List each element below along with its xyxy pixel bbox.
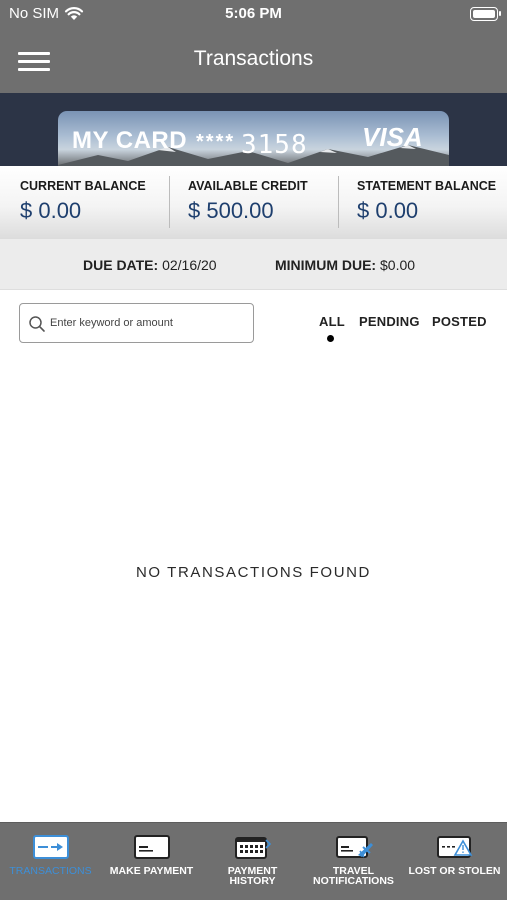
filter-posted[interactable]: POSTED xyxy=(432,314,487,329)
minimum-due: MINIMUM DUE: $0.00 xyxy=(275,257,415,273)
bottom-tab-bar: TRANSACTIONS MAKE PAYMENT PAYMENT HISTOR… xyxy=(0,822,507,900)
tab-payment-history-label-line2: HISTORY xyxy=(229,875,276,887)
top-bar: No SIM 5:06 PM Transactions xyxy=(0,0,507,93)
statement-balance-value: $ 0.00 xyxy=(357,198,419,223)
status-time: 5:06 PM xyxy=(225,5,282,22)
tab-travel-notifications-label: TRAVEL NOTIFICATIONS xyxy=(303,866,404,887)
card-banner: MY CARD **** 3158 VISA xyxy=(0,93,507,166)
search-box[interactable] xyxy=(19,303,254,343)
available-credit: AVAILABLE CREDIT $ 500.00 xyxy=(169,166,338,239)
travel-notifications-icon xyxy=(336,836,373,858)
minimum-due-value: $0.00 xyxy=(380,257,416,273)
payment-card-icon xyxy=(134,835,170,859)
card-last-four: 3158 xyxy=(241,130,308,160)
visa-logo: VISA xyxy=(362,122,423,152)
filter-all[interactable]: ALL xyxy=(319,314,345,329)
empty-state-message: NO TRANSACTIONS FOUND xyxy=(135,564,371,581)
tab-make-payment[interactable]: MAKE PAYMENT xyxy=(101,823,202,900)
search-input[interactable] xyxy=(50,305,250,341)
current-balance-value: $ 0.00 xyxy=(20,198,82,223)
status-bar: No SIM 5:06 PM xyxy=(0,0,507,28)
lost-stolen-icon xyxy=(437,836,473,858)
minimum-due-label: MINIMUM DUE: xyxy=(275,257,377,273)
tab-payment-history-label: PAYMENT HISTORY xyxy=(202,866,303,887)
card-name: MY CARD xyxy=(72,127,188,154)
battery-icon xyxy=(470,7,501,21)
tab-travel-notifications-label-line2: NOTIFICATIONS xyxy=(313,875,394,887)
tab-travel-notifications[interactable]: TRAVEL NOTIFICATIONS xyxy=(303,823,404,900)
statement-balance-label: STATEMENT BALANCE xyxy=(357,179,497,193)
due-date-value: 02/16/20 xyxy=(162,257,217,273)
current-balance-label: CURRENT BALANCE xyxy=(20,179,146,193)
payment-history-icon xyxy=(235,837,271,859)
due-date: DUE DATE: 02/16/20 xyxy=(83,257,217,273)
transactions-card-icon xyxy=(33,835,69,859)
statement-balance: STATEMENT BALANCE $ 0.00 xyxy=(338,166,507,239)
tab-payment-history[interactable]: PAYMENT HISTORY xyxy=(202,823,303,900)
due-date-label: DUE DATE: xyxy=(83,257,159,273)
tab-lost-or-stolen[interactable]: LOST OR STOLEN xyxy=(404,823,505,900)
filter-pending[interactable]: PENDING xyxy=(359,314,420,329)
available-credit-label: AVAILABLE CREDIT xyxy=(188,179,308,193)
tab-make-payment-label: MAKE PAYMENT xyxy=(109,865,194,877)
balances-panel: CURRENT BALANCE $ 0.00 AVAILABLE CREDIT … xyxy=(0,166,507,239)
due-info-row: DUE DATE: 02/16/20 MINIMUM DUE: $0.00 xyxy=(0,239,507,290)
available-credit-value: $ 500.00 xyxy=(188,198,274,223)
search-icon xyxy=(29,316,45,332)
selected-filter-indicator xyxy=(327,335,334,342)
card-number-mask: **** xyxy=(196,131,236,153)
current-balance: CURRENT BALANCE $ 0.00 xyxy=(0,166,169,239)
page-title: Transactions xyxy=(193,47,314,70)
tab-transactions-label: TRANSACTIONS xyxy=(9,865,92,877)
tab-transactions[interactable]: TRANSACTIONS xyxy=(0,823,101,900)
credit-card-image: MY CARD **** 3158 VISA xyxy=(58,111,449,166)
tab-lost-or-stolen-label: LOST OR STOLEN xyxy=(408,865,501,877)
